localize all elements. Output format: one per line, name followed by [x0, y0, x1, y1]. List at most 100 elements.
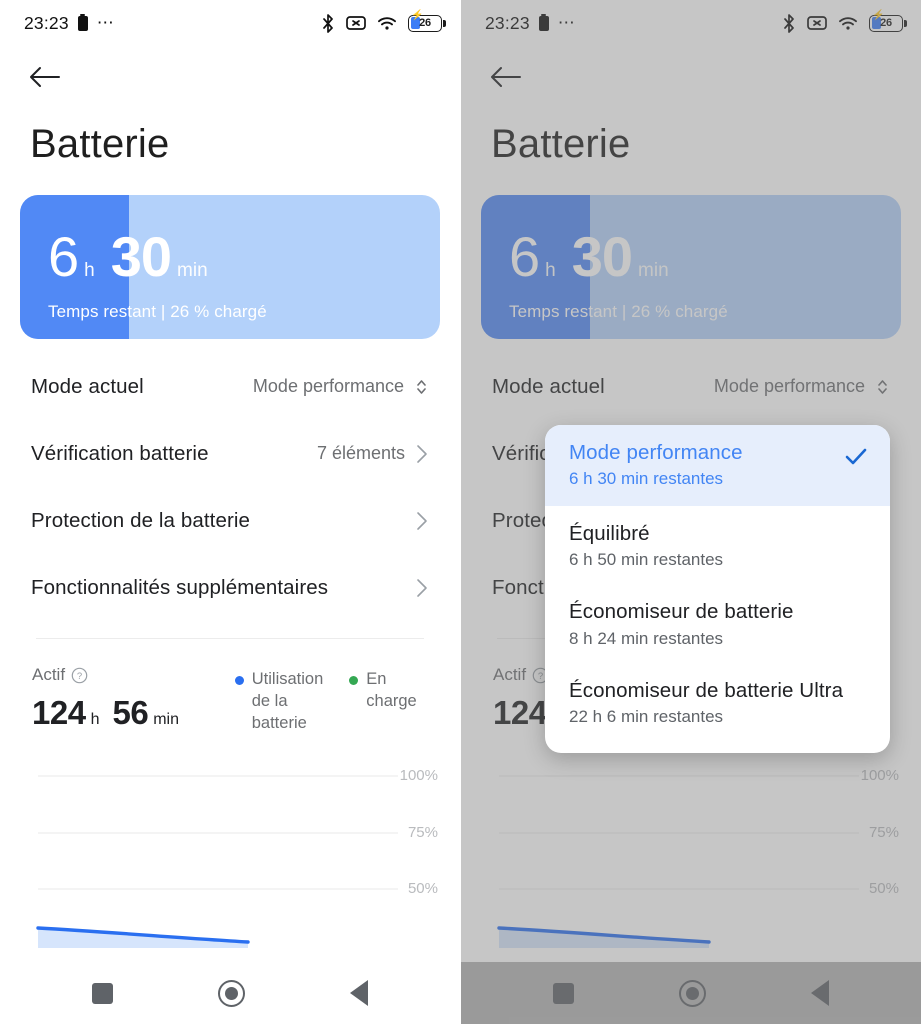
battery-charging-icon: ⚡ 26 — [869, 10, 907, 32]
chart-legend: Utilisation de la batterie En charge — [234, 665, 428, 734]
battery-mode-dropdown: Mode performance 6 h 30 min restantes Éq… — [545, 425, 890, 753]
row-right: Mode performance — [253, 376, 428, 397]
back-arrow-icon — [28, 64, 62, 90]
battery-hours-unit: h — [84, 260, 95, 281]
usage-stats: Actif ? 124 h 56 min — [0, 639, 460, 734]
chart-tick-75: 75% — [868, 824, 899, 842]
status-time: 23:23 — [485, 12, 530, 33]
circle-icon[interactable] — [678, 979, 706, 1007]
row-fonctionnalites-supplementaires[interactable]: Fonctionnalités supplémentaires — [20, 554, 440, 621]
square-icon[interactable] — [92, 982, 114, 1004]
battery-percent-label: 26 — [880, 17, 892, 29]
dropdown-item-title: Économiseur de batterie — [569, 600, 794, 624]
battery-small-icon — [538, 13, 549, 31]
battery-minutes-unit: min — [638, 260, 669, 281]
row-mode-actuel[interactable]: Mode actuel Mode performance — [481, 353, 901, 420]
row-label: Mode actuel — [31, 374, 144, 398]
battery-card-subtitle: Temps restant | 26 % chargé — [48, 302, 267, 321]
row-right — [416, 578, 428, 598]
status-bar: 23:23 ⋯ ⚡ 26 — [461, 0, 921, 46]
mute-icon — [346, 15, 366, 31]
row-verification-batterie[interactable]: Vérification batterie 7 éléments — [20, 420, 440, 487]
wifi-icon — [838, 15, 858, 31]
back-button[interactable] — [0, 46, 460, 108]
help-icon[interactable]: ? — [71, 667, 88, 684]
row-label: Protection de la batterie — [31, 508, 251, 532]
chart-tick-75: 75% — [407, 824, 438, 842]
updown-chevron-icon — [415, 378, 428, 396]
battery-remaining-time: 6 h 30 min — [509, 229, 901, 285]
ellipsis-icon: ⋯ — [96, 13, 115, 32]
updown-chevron-icon — [876, 378, 889, 396]
dropdown-item-equilibre[interactable]: Équilibré 6 h 50 min restantes — [545, 506, 890, 584]
dropdown-item-subtitle: 6 h 50 min restantes — [569, 550, 724, 570]
active-label-row: Actif ? — [32, 665, 235, 685]
bluetooth-icon — [782, 13, 796, 33]
circle-icon[interactable] — [217, 979, 245, 1007]
row-label: Fonctionnalités supplémentaires — [31, 575, 329, 599]
battery-minutes-unit: min — [177, 260, 208, 281]
dropdown-item-economiseur[interactable]: Économiseur de batterie 8 h 24 min resta… — [545, 584, 890, 662]
battery-card-subtitle: Temps restant | 26 % chargé — [509, 302, 728, 321]
battery-summary-card-wrapper: 6 h 30 min Temps restant | 26 % chargé — [461, 167, 921, 339]
ellipsis-icon: ⋯ — [557, 13, 576, 32]
battery-remaining-time: 6 h 30 min — [48, 229, 440, 285]
legend-dot-blue — [234, 676, 244, 685]
triangle-back-icon[interactable] — [349, 980, 368, 1006]
status-bar-left: 23:23 ⋯ — [24, 13, 115, 34]
phone-screen-left: 23:23 ⋯ ⚡ 26 Batterie 6 h 30 min Temps r… — [0, 0, 460, 1024]
row-value: Mode performance — [252, 376, 404, 396]
active-hours: 124 — [493, 694, 547, 731]
phone-screen-right: 23:23 ⋯ ⚡ 26 Batterie 6 h 30 min Temps r… — [460, 0, 921, 1024]
row-mode-actuel[interactable]: Mode actuel Mode performance — [20, 353, 440, 420]
row-label: Mode actuel — [492, 374, 605, 398]
row-right — [416, 511, 428, 531]
chart-tick-100: 100% — [399, 767, 438, 785]
chevron-right-icon — [416, 444, 428, 464]
battery-summary-card[interactable]: 6 h 30 min Temps restant | 26 % chargé — [20, 195, 440, 339]
battery-minutes: 30 — [571, 225, 633, 288]
battery-history-chart[interactable]: 100% 75% 50% — [461, 762, 921, 962]
dropdown-item-mode-performance[interactable]: Mode performance 6 h 30 min restantes — [545, 425, 890, 507]
chart-tick-50: 50% — [868, 880, 899, 898]
legend-item-charging: En charge — [349, 669, 428, 734]
battery-summary-card[interactable]: 6 h 30 min Temps restant | 26 % chargé — [481, 195, 901, 339]
active-label: Actif — [32, 665, 66, 684]
legend-dot-green — [349, 676, 359, 685]
triangle-back-icon[interactable] — [810, 980, 829, 1006]
row-protection-batterie[interactable]: Protection de la batterie — [20, 487, 440, 554]
battery-hours-unit: h — [545, 260, 556, 281]
battery-card-content: 6 h 30 min Temps restant | 26 % chargé — [20, 195, 440, 339]
page-title: Batterie — [491, 122, 631, 166]
dropdown-item-title: Mode performance — [569, 441, 743, 464]
row-label: Vérification batterie — [31, 441, 209, 465]
svg-text:?: ? — [77, 671, 82, 682]
dropdown-item-texts: Mode performance 6 h 30 min restantes — [569, 441, 844, 489]
status-bar-right: ⚡ 26 — [782, 10, 907, 33]
mute-icon — [807, 15, 827, 31]
screenshot-stage: 23:23 ⋯ ⚡ 26 Batterie 6 h 30 min Temps r… — [0, 0, 921, 1024]
status-bar-left: 23:23 ⋯ — [485, 13, 576, 34]
active-minutes: 56 — [112, 694, 149, 731]
battery-hours: 6 — [48, 225, 79, 288]
dropdown-item-subtitle: 8 h 24 min restantes — [569, 628, 724, 648]
battery-small-icon — [77, 13, 88, 31]
chart-tick-100: 100% — [860, 767, 899, 785]
battery-history-chart[interactable]: 100% 75% 50% — [0, 762, 460, 962]
legend-item-usage: Utilisation de la batterie — [234, 669, 323, 734]
bluetooth-icon — [321, 13, 335, 33]
dropdown-item-subtitle: 22 h 6 min restantes — [569, 706, 724, 726]
row-value: Mode performance — [713, 376, 865, 396]
dropdown-item-economiseur-ultra[interactable]: Économiseur de batterie Ultra 22 h 6 min… — [545, 663, 890, 741]
square-icon[interactable] — [553, 982, 575, 1004]
dropdown-item-title: Équilibré — [569, 522, 650, 546]
system-nav-bar — [461, 962, 921, 1024]
chart-svg — [497, 775, 859, 949]
battery-hours: 6 — [509, 225, 540, 288]
chart-tick-50: 50% — [407, 880, 438, 898]
back-button[interactable] — [461, 46, 921, 108]
battery-card-content: 6 h 30 min Temps restant | 26 % chargé — [481, 195, 901, 339]
chart-svg — [36, 775, 398, 949]
back-arrow-icon — [489, 64, 523, 90]
battery-summary-card-wrapper: 6 h 30 min Temps restant | 26 % chargé — [0, 167, 460, 339]
